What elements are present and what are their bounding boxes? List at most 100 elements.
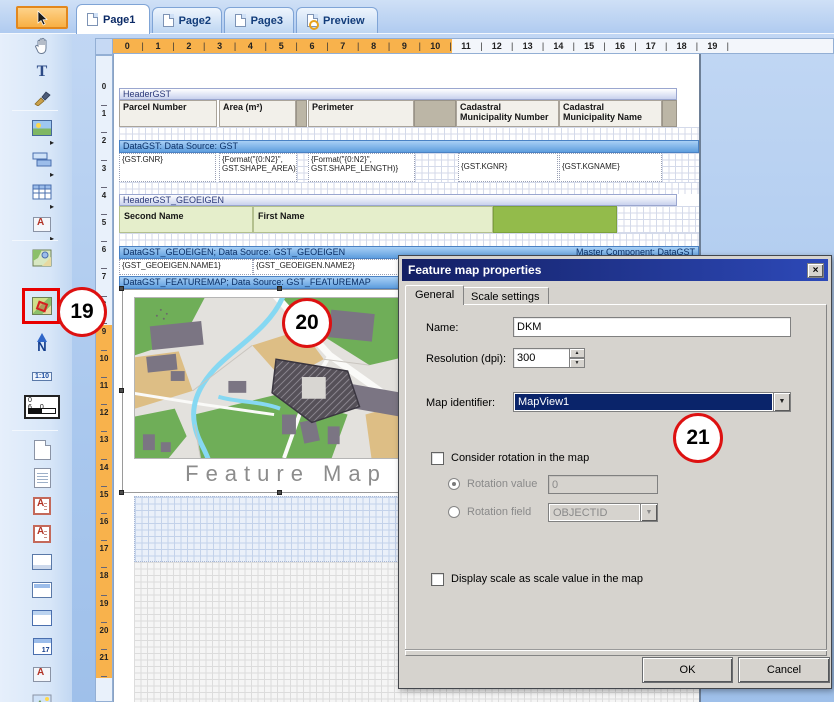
- calendar-icon: 17: [33, 638, 52, 655]
- tab-page2[interactable]: Page2: [152, 7, 222, 33]
- map-view-button[interactable]: [29, 246, 55, 270]
- scale-bar-icon: 0 60: [24, 395, 60, 419]
- map-identifier-dropdown[interactable]: MapView1 ▼: [513, 392, 791, 412]
- data-field[interactable]: {GST.KGNAME}: [559, 153, 662, 182]
- data-grid-button[interactable]: [29, 606, 55, 630]
- flyout-arrow-icon[interactable]: ▸: [50, 170, 54, 179]
- insert-image-button[interactable]: [29, 116, 55, 140]
- ruler-number: 16: [96, 515, 112, 542]
- panel-button[interactable]: [29, 550, 55, 574]
- cancel-button[interactable]: Cancel: [738, 657, 830, 683]
- ruler-number: 6: [96, 243, 112, 270]
- scale-bar-button[interactable]: 0 60: [20, 392, 64, 422]
- tab-label: Preview: [323, 15, 365, 27]
- picture-button[interactable]: [29, 690, 55, 702]
- sub-report-button[interactable]: [29, 578, 55, 602]
- ruler-number: 18|: [667, 39, 698, 53]
- chevron-down-icon[interactable]: ▼: [773, 393, 790, 411]
- data-field[interactable]: {GST.GNR}: [119, 153, 216, 182]
- ruler-number: 14|: [544, 39, 575, 53]
- ruler-number: 15: [96, 488, 112, 515]
- data-field[interactable]: {GST_GEOEIGEN.NAME1}: [119, 259, 253, 275]
- data-field[interactable]: {Format("{0:N2}", GST.SHAPE_LENGTH)}: [308, 153, 415, 182]
- callout-20: 20: [282, 298, 332, 348]
- ruler-number: 0|: [113, 39, 144, 53]
- spin-down-icon[interactable]: ▼: [569, 358, 585, 368]
- ruler-number: 10|: [421, 39, 452, 53]
- select-tool-button[interactable]: [16, 6, 68, 29]
- tab-general[interactable]: General: [405, 285, 464, 305]
- text-icon: T: [37, 63, 48, 81]
- format-painter-button[interactable]: [29, 86, 55, 110]
- image-icon: [32, 120, 52, 136]
- name-label: Name:: [426, 322, 458, 334]
- ruler-number: 4: [96, 189, 112, 216]
- band-header-gst[interactable]: HeaderGST: [119, 88, 677, 100]
- insert-band-button[interactable]: [29, 148, 55, 172]
- display-scale-label: Display scale as scale value in the map: [451, 573, 643, 585]
- column-header-cell[interactable]: Area (m²): [219, 100, 296, 127]
- rotation-value-radio[interactable]: [448, 478, 460, 490]
- spin-up-icon[interactable]: ▲: [569, 348, 585, 358]
- flyout-arrow-icon[interactable]: ▸: [50, 138, 54, 147]
- column-header-cell[interactable]: Cadastral Municipality Name: [559, 100, 662, 127]
- north-arrow-button[interactable]: N: [29, 326, 55, 358]
- tab-page1[interactable]: Page1: [76, 4, 150, 34]
- rich-text-2-button[interactable]: A: [29, 522, 55, 546]
- chevron-down-icon[interactable]: ▼: [640, 504, 657, 521]
- ruler-number: 13: [96, 433, 112, 460]
- name-input[interactable]: [513, 317, 791, 337]
- selection-handle[interactable]: [277, 286, 282, 291]
- display-scale-checkbox[interactable]: [431, 573, 444, 586]
- tool-palette: T ▸ ▸ ▸: [0, 34, 72, 702]
- date-button[interactable]: 17: [29, 634, 55, 658]
- close-icon[interactable]: ×: [807, 263, 824, 278]
- insert-label-button[interactable]: A: [29, 212, 55, 236]
- column-header-cell[interactable]: First Name: [253, 206, 493, 233]
- ruler-number: 17: [96, 542, 112, 569]
- ruler-number: 16|: [606, 39, 637, 53]
- text-tool-button[interactable]: T: [29, 60, 55, 84]
- column-header-cell[interactable]: Second Name: [119, 206, 253, 233]
- insert-table-button[interactable]: [29, 180, 55, 204]
- pan-tool-button[interactable]: [29, 34, 55, 58]
- scale-text-button[interactable]: 1:10: [29, 364, 55, 388]
- rotation-value-input[interactable]: [548, 475, 658, 494]
- dialog-title-bar[interactable]: Feature map properties ×: [402, 259, 828, 281]
- flyout-arrow-icon[interactable]: ▸: [50, 202, 54, 211]
- ruler-corner: [95, 38, 113, 55]
- consider-rotation-checkbox[interactable]: [431, 452, 444, 465]
- horizontal-ruler: 0|1|2|3|4|5|6|7|8|9|10|11|12|13|14|15|16…: [112, 38, 834, 54]
- column-header-cell[interactable]: Cadastral Municipality Number: [456, 100, 559, 127]
- ok-button[interactable]: OK: [642, 657, 733, 683]
- tab-page3[interactable]: Page3: [224, 7, 294, 33]
- resolution-spinner[interactable]: ▲ ▼: [569, 348, 585, 368]
- data-field[interactable]: {GST_GEOEIGEN.NAME2}: [253, 259, 403, 275]
- selection-handle[interactable]: [119, 286, 124, 291]
- band-data-gst[interactable]: DataGST: Data Source: GST: [119, 140, 699, 153]
- map-layers-icon: [32, 249, 52, 267]
- column-header-cell[interactable]: Parcel Number: [119, 100, 217, 127]
- tab-bar: Page1 Page2 Page3 Preview: [0, 0, 834, 34]
- selection-handle[interactable]: [277, 490, 282, 495]
- selection-handle[interactable]: [119, 388, 124, 393]
- tab-preview[interactable]: Preview: [296, 7, 378, 33]
- rotation-field-dropdown[interactable]: OBJECTID ▼: [548, 503, 658, 522]
- ruler-number: 11: [96, 379, 112, 406]
- text-block-button[interactable]: [29, 466, 55, 490]
- column-header-cell[interactable]: Perimeter: [308, 100, 414, 127]
- band-header-geoeigen[interactable]: HeaderGST_GEOEIGEN: [119, 194, 677, 206]
- rich-text-button[interactable]: A: [29, 494, 55, 518]
- data-field[interactable]: {GST.KGNR}: [458, 153, 558, 182]
- picture-icon: [32, 694, 52, 702]
- page-component-button[interactable]: [29, 438, 55, 462]
- tab-scale-settings[interactable]: Scale settings: [461, 287, 549, 305]
- dialog-separator: [405, 649, 827, 651]
- char-image-button[interactable]: A: [29, 662, 55, 686]
- rotation-field-radio[interactable]: [448, 506, 460, 518]
- toolbar-separator: [12, 110, 58, 111]
- text-block-icon: [34, 468, 51, 488]
- flyout-arrow-icon[interactable]: ▸: [50, 234, 54, 243]
- selection-handle[interactable]: [119, 490, 124, 495]
- data-field[interactable]: {Format("{0:N2}", GST.SHAPE_AREA)}: [219, 153, 297, 182]
